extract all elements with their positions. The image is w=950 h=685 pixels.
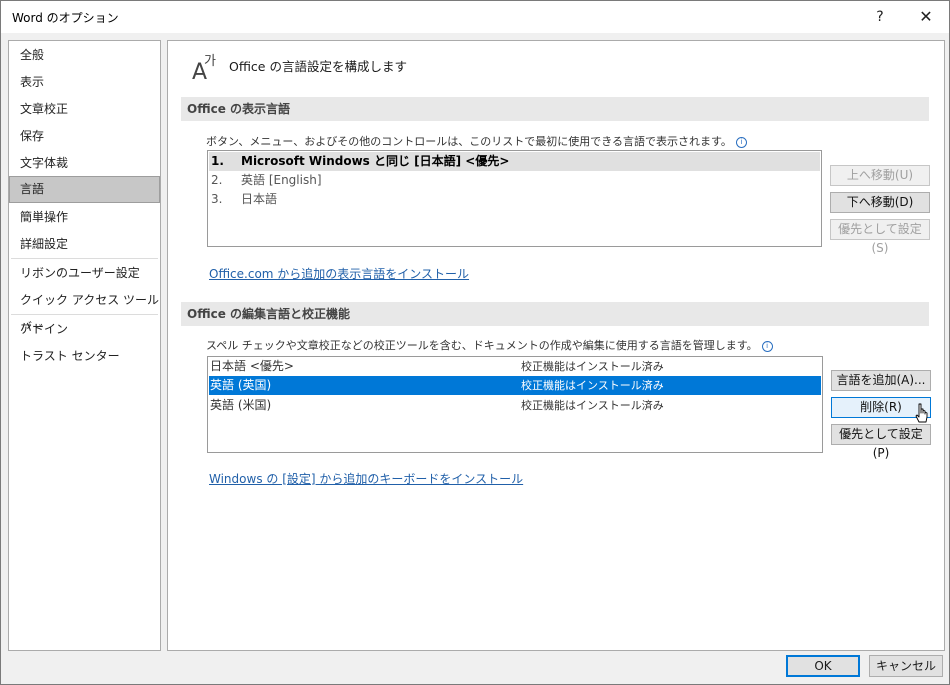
list-item-number: 3. — [211, 192, 223, 206]
list-item-label: 英語 [English] — [241, 173, 322, 187]
editing-language-description-text: スペル チェックや文章校正などの校正ツールを含む、ドキュメントの作成や編集に使用… — [206, 339, 758, 352]
editing-language-description: スペル チェックや文章校正などの校正ツールを含む、ドキュメントの作成や編集に使用… — [206, 337, 773, 353]
sidebar-item-quick-access-toolbar[interactable]: クイック アクセス ツール バー — [9, 287, 160, 334]
sidebar-item-customize-ribbon[interactable]: リボンのユーザー設定 — [9, 260, 160, 287]
list-item-label: Microsoft Windows と同じ [日本語] <優先> — [241, 154, 510, 168]
sidebar-divider — [11, 258, 158, 259]
display-language-section-title: Office の表示言語 — [181, 97, 929, 121]
cancel-button[interactable]: キャンセル — [869, 655, 943, 677]
move-down-button[interactable]: 下へ移動(D) — [830, 192, 930, 213]
title-bar: Word のオプション ? ✕ — [1, 1, 949, 33]
table-row[interactable]: 英語 (英国) 校正機能はインストール済み — [209, 376, 821, 395]
sidebar-item-proofing[interactable]: 文章校正 — [9, 96, 160, 123]
close-button[interactable]: ✕ — [903, 1, 949, 33]
display-language-description: ボタン、メニュー、およびその他のコントロールは、このリストで最初に使用できる言語… — [206, 133, 747, 149]
editing-language-section-title: Office の編集言語と校正機能 — [181, 302, 929, 326]
list-item[interactable]: 3. 日本語 — [209, 190, 820, 209]
display-language-list[interactable]: 1. Microsoft Windows と同じ [日本語] <優先> 2. 英… — [207, 150, 822, 247]
language-settings-panel: A 가 Office の言語設定を構成します Office の表示言語 ボタン、… — [167, 40, 945, 651]
info-icon: i — [761, 340, 773, 352]
sidebar-item-typography[interactable]: 文字体裁 — [9, 150, 160, 177]
set-preferred-display-button[interactable]: 優先として設定(S) — [830, 219, 930, 255]
language-icon: A 가 — [192, 54, 216, 81]
svg-text:가: 가 — [204, 54, 216, 69]
install-keyboard-link[interactable]: Windows の [設定] から追加のキーボードをインストール — [209, 470, 523, 487]
editing-language-list[interactable]: 日本語 <優先> 校正機能はインストール済み 英語 (英国) 校正機能はインスト… — [207, 356, 823, 453]
sidebar-item-accessibility[interactable]: 簡単操作 — [9, 204, 160, 231]
sidebar-item-save[interactable]: 保存 — [9, 123, 160, 150]
help-button[interactable]: ? — [857, 1, 903, 33]
sidebar-item-advanced[interactable]: 詳細設定 — [9, 231, 160, 258]
proofing-status: 校正機能はインストール済み — [521, 399, 664, 412]
sidebar-item-language[interactable]: 言語 — [9, 176, 160, 203]
page-title: Office の言語設定を構成します — [229, 59, 407, 74]
display-language-description-text: ボタン、メニュー、およびその他のコントロールは、このリストで最初に使用できる言語… — [206, 135, 732, 148]
language-name: 英語 (米国) — [210, 398, 272, 412]
set-preferred-editing-button[interactable]: 優先として設定(P) — [831, 424, 931, 460]
sidebar-item-general[interactable]: 全般 — [9, 42, 160, 69]
list-item[interactable]: 2. 英語 [English] — [209, 171, 820, 190]
list-item-label: 日本語 — [241, 192, 278, 206]
sidebar-item-display[interactable]: 表示 — [9, 69, 160, 96]
sidebar-item-trust-center[interactable]: トラスト センター — [9, 343, 160, 370]
list-item[interactable]: 1. Microsoft Windows と同じ [日本語] <優先> — [209, 152, 820, 171]
proofing-status: 校正機能はインストール済み — [521, 360, 664, 373]
move-up-button[interactable]: 上へ移動(U) — [830, 165, 930, 186]
table-row[interactable]: 英語 (米国) 校正機能はインストール済み — [209, 396, 821, 415]
sidebar: 全般 表示 文章校正 保存 文字体裁 言語 簡単操作 詳細設定 リボンのユーザー… — [8, 40, 161, 651]
list-item-number: 1. — [211, 154, 224, 168]
language-name: 英語 (英国) — [210, 378, 272, 392]
list-item-number: 2. — [211, 173, 223, 187]
table-row[interactable]: 日本語 <優先> 校正機能はインストール済み — [209, 357, 821, 376]
ok-button[interactable]: OK — [786, 655, 860, 677]
sidebar-item-addins[interactable]: アドイン — [9, 316, 160, 343]
language-name: 日本語 <優先> — [210, 359, 294, 373]
proofing-status: 校正機能はインストール済み — [521, 379, 664, 392]
window-title: Word のオプション — [12, 11, 119, 25]
sidebar-divider — [11, 314, 158, 315]
options-dialog: Word のオプション ? ✕ 全般 表示 文章校正 保存 文字体裁 言語 簡単… — [0, 0, 950, 685]
add-language-button[interactable]: 言語を追加(A)... — [831, 370, 931, 391]
mouse-pointer-icon — [915, 403, 928, 423]
install-display-language-link[interactable]: Office.com から追加の表示言語をインストール — [209, 265, 469, 282]
info-icon: i — [735, 136, 747, 148]
